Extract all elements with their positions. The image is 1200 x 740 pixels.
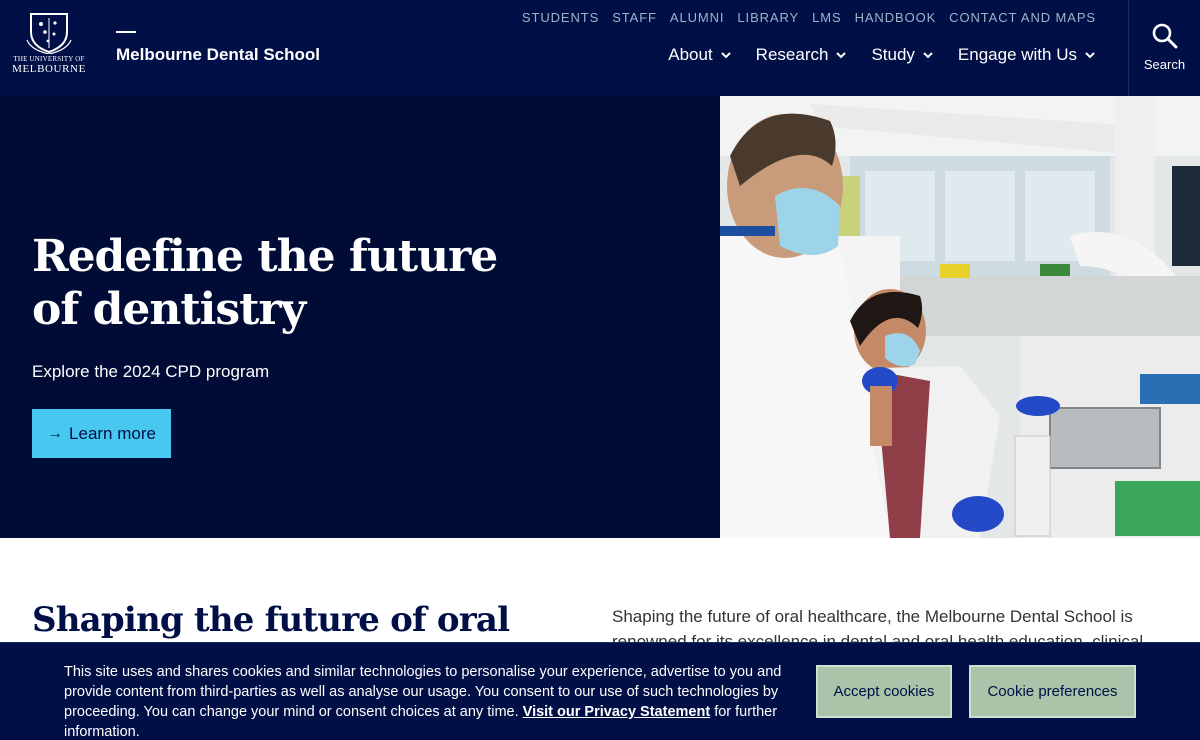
site-header: THE UNIVERSITY OF MELBOURNE Melbourne De…	[0, 0, 1200, 96]
dental-clinic-photo	[720, 96, 1200, 538]
search-button[interactable]: Search	[1128, 0, 1200, 96]
chevron-down-icon	[923, 52, 933, 59]
search-icon	[1152, 23, 1177, 49]
nav-item-label: Engage with Us	[957, 45, 1077, 64]
hero-subtitle: Explore the 2024 CPD program	[32, 362, 270, 381]
cookie-message: This site uses and shares cookies and si…	[64, 662, 804, 740]
utility-nav: STUDENTS STAFF ALUMNI LIBRARY LMS HANDBO…	[509, 10, 1096, 25]
accept-cookies-button[interactable]: Accept cookies	[816, 665, 952, 718]
crest-icon	[26, 13, 72, 54]
site-name[interactable]: Melbourne Dental School	[116, 45, 320, 65]
utility-link-staff[interactable]: STAFF	[612, 10, 657, 25]
cookie-banner: This site uses and shares cookies and si…	[0, 642, 1200, 740]
nav-item-engage[interactable]: Engage with Us	[958, 45, 1096, 65]
logo-line-1: THE UNIVERSITY OF	[13, 55, 85, 63]
utility-link-students[interactable]: STUDENTS	[522, 10, 599, 25]
logo-line-2: MELBOURNE	[12, 63, 86, 75]
learn-more-button[interactable]: → Learn more	[32, 409, 171, 458]
utility-link-contact-maps[interactable]: CONTACT AND MAPS	[949, 10, 1096, 25]
utility-link-library[interactable]: LIBRARY	[737, 10, 799, 25]
arrow-right-icon: →	[47, 424, 64, 442]
site-name-divider	[116, 31, 136, 33]
nav-item-research[interactable]: Research	[756, 45, 848, 65]
hero-banner: Redefine the future of dentistry Explore…	[0, 96, 1200, 538]
search-label: Search	[1143, 57, 1186, 72]
utility-link-lms[interactable]: LMS	[812, 10, 841, 25]
utility-link-alumni[interactable]: ALUMNI	[670, 10, 725, 25]
privacy-statement-link[interactable]: Visit our Privacy Statement	[523, 704, 711, 720]
chevron-down-icon	[1085, 52, 1095, 59]
nav-item-label: About	[668, 45, 713, 64]
hero-photo	[720, 96, 1200, 538]
university-logo[interactable]: THE UNIVERSITY OF MELBOURNE	[10, 10, 88, 88]
nav-item-label: Research	[755, 45, 829, 64]
nav-item-study[interactable]: Study	[871, 45, 933, 65]
learn-more-label: Learn more	[69, 423, 156, 443]
cookie-preferences-button[interactable]: Cookie preferences	[969, 665, 1136, 718]
hero-title: Redefine the future of dentistry	[32, 231, 498, 335]
chevron-down-icon	[836, 52, 847, 59]
nav-item-label: Study	[871, 45, 915, 64]
utility-link-handbook[interactable]: HANDBOOK	[855, 10, 937, 25]
nav-item-about[interactable]: About	[668, 45, 731, 65]
chevron-down-icon	[720, 52, 731, 59]
main-nav: About Research Study Engage with Us	[644, 45, 1096, 65]
